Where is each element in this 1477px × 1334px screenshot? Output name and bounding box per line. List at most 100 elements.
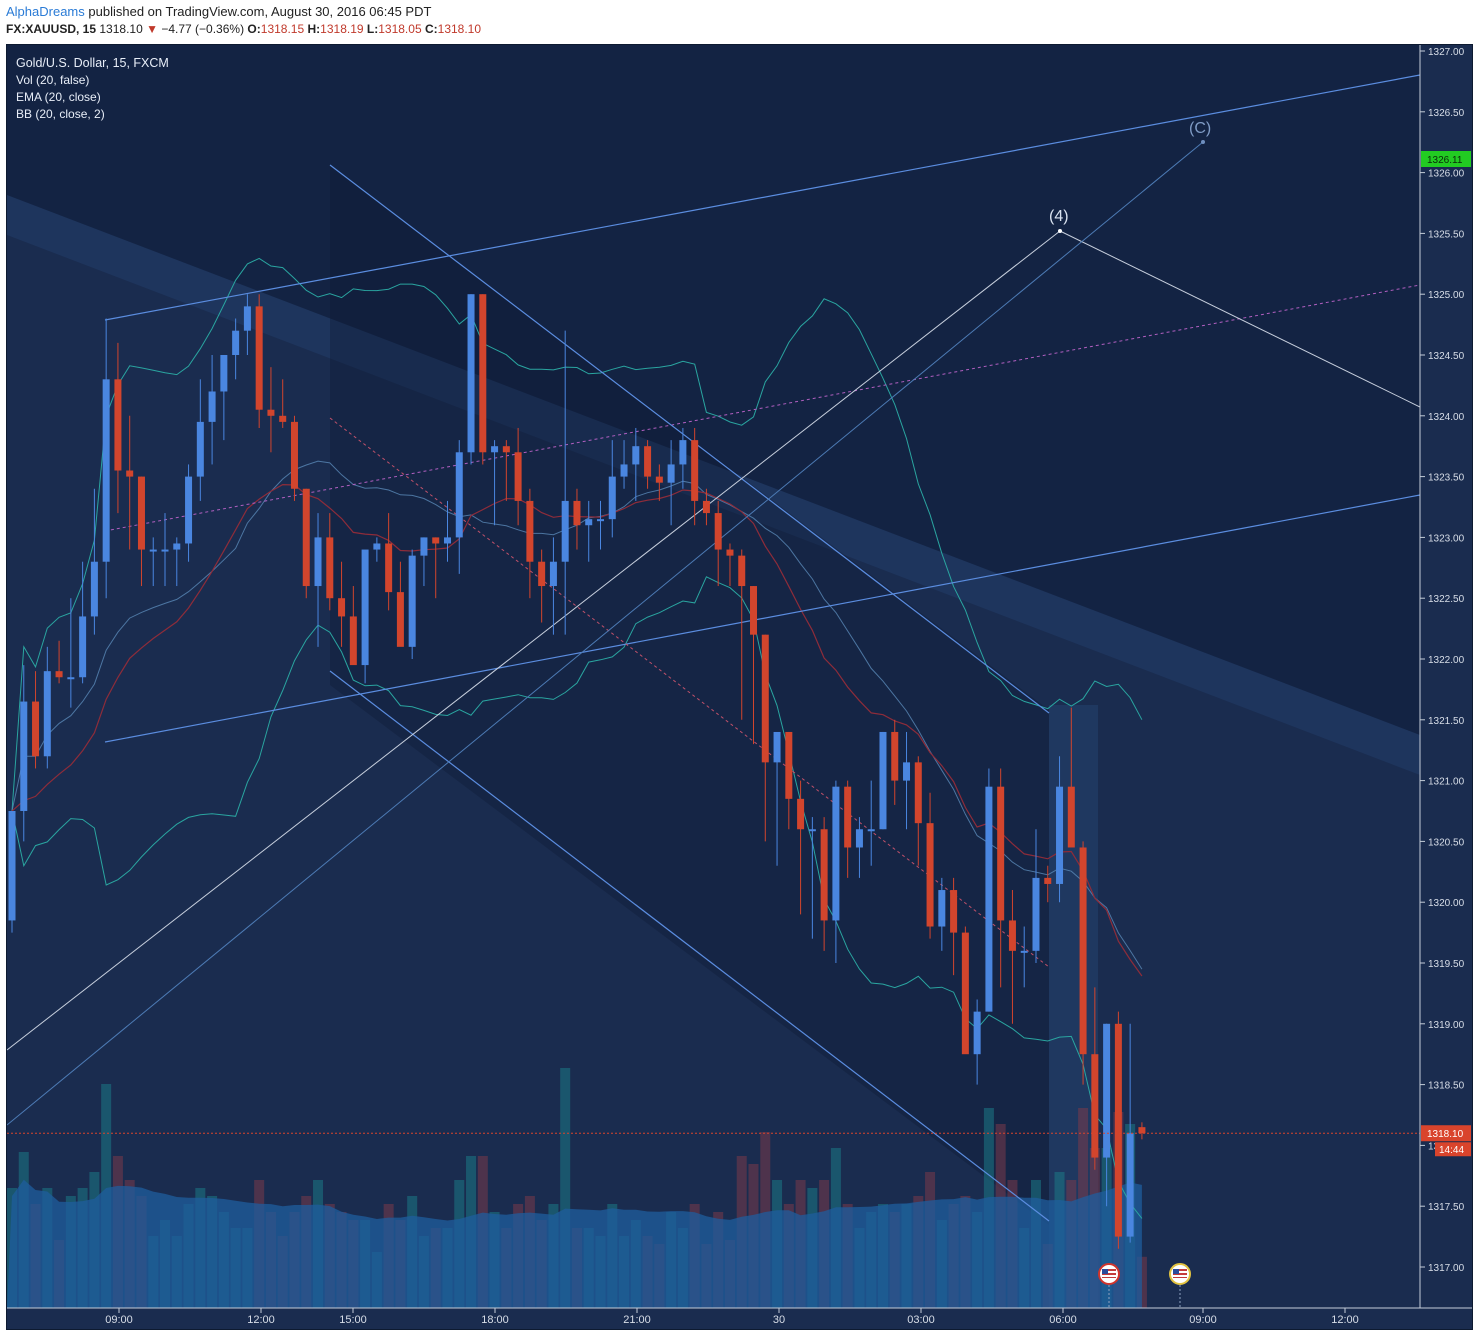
candle [114, 342, 122, 514]
economic-event-marker-2[interactable] [1169, 1263, 1191, 1308]
price-tick-label: 1321.50 [1428, 716, 1465, 727]
candle [102, 318, 110, 599]
wave-4-label: (4) [1049, 208, 1069, 225]
price-tick-label: 1318.50 [1428, 1081, 1465, 1092]
candle [55, 640, 63, 684]
target-price-label: 1326.11 [1421, 151, 1471, 167]
price-tick-label: 1325.00 [1428, 290, 1465, 301]
time-tick-label: 18:00 [481, 1314, 509, 1326]
price-tick-label: 1326.50 [1428, 108, 1465, 119]
indicator-legend: Gold/U.S. Dollar, 15, FXCM Vol (20, fals… [16, 55, 169, 123]
price-tick-label: 1324.50 [1428, 351, 1465, 362]
candle [32, 671, 40, 769]
chart-canvas[interactable]: (4) (C) 1327.001326.501326.001325.501325… [7, 45, 1472, 1329]
low-label: L: [366, 22, 379, 36]
price-tick-label: 1326.00 [1428, 169, 1465, 180]
candle [1079, 841, 1087, 1085]
chart-header: AlphaDreams published on TradingView.com… [0, 0, 1477, 44]
low-value: 1318.05 [378, 22, 422, 36]
author-link[interactable]: AlphaDreams [6, 4, 85, 19]
candle [232, 318, 240, 380]
volume-ma-area [7, 1179, 1142, 1308]
wave-4-point[interactable] [1058, 229, 1062, 233]
price-tick-label: 1320.00 [1428, 898, 1465, 909]
candle [1114, 1011, 1122, 1249]
candle [361, 549, 369, 684]
high-label: H: [307, 22, 321, 36]
candle [267, 367, 275, 453]
time-tick-label: 12:00 [247, 1314, 275, 1326]
price-tick-label: 1317.00 [1428, 1263, 1465, 1274]
time-tick-label: 12:00 [1331, 1314, 1359, 1326]
candle [279, 379, 287, 428]
close-label: C: [424, 22, 438, 36]
candle [20, 665, 28, 842]
wave-c-point[interactable] [1201, 140, 1205, 144]
publish-line: AlphaDreams published on TradingView.com… [6, 4, 431, 19]
candle [290, 415, 298, 501]
candle [208, 355, 216, 465]
time-tick-label: 15:00 [339, 1314, 367, 1326]
candle [137, 476, 145, 587]
legend-bollinger[interactable]: BB (20, close, 2) [16, 106, 169, 123]
price-tick-label: 1323.00 [1428, 533, 1465, 544]
last-price-text: 1318.10 [1427, 1129, 1464, 1140]
time-tick-label: 06:00 [1049, 1314, 1077, 1326]
quote-line: FX:XAUUSD, 15 1318.10 ▼ −4.77 (−0.36%) O… [6, 22, 481, 36]
candle [408, 549, 416, 659]
legend-title: Gold/U.S. Dollar, 15, FXCM [16, 56, 169, 70]
time-tick-label: 03:00 [907, 1314, 935, 1326]
legend-ema[interactable]: EMA (20, close) [16, 89, 169, 106]
legend-volume[interactable]: Vol (20, false) [16, 72, 169, 89]
close-value: 1318.10 [437, 22, 482, 36]
price-change: −4.77 (−0.36%) [161, 22, 245, 36]
price-tick-label: 1320.50 [1428, 837, 1465, 848]
last-price: 1318.10 [99, 22, 143, 36]
price-tick-label: 1325.50 [1428, 229, 1465, 240]
price-axis[interactable]: 1327.00 1326.50 1326.00 1325.50 1325.00 1324.… [1420, 47, 1465, 1274]
chart-area[interactable]: (4) (C) 1327.00 1326.50 1326.00 1325.50 … [6, 44, 1473, 1330]
candle [961, 926, 969, 1055]
target-price-text: 1326.11 [1427, 155, 1463, 166]
open-value: 1318.15 [260, 22, 305, 36]
candle [196, 379, 204, 501]
candle [79, 561, 87, 684]
candle [220, 355, 228, 441]
price-tick-label: 1323.50 [1428, 473, 1465, 484]
candle [1138, 1122, 1146, 1140]
candle [149, 537, 157, 587]
price-tick-label: 1317.50 [1428, 1202, 1465, 1213]
price-tick-label: 1321.00 [1428, 777, 1465, 788]
price-tick-label: 1322.50 [1428, 594, 1465, 605]
price-tick-label: 1327.00 [1428, 47, 1465, 58]
countdown-text: 14:44 [1439, 1145, 1464, 1156]
candle [161, 513, 169, 587]
down-arrow-icon: ▼ [146, 22, 158, 36]
time-tick-label: 30 [773, 1314, 785, 1326]
publish-info: published on TradingView.com, August 30,… [88, 4, 432, 19]
candle [255, 294, 263, 428]
candle [126, 415, 134, 550]
time-tick-label: 09:00 [1189, 1314, 1217, 1326]
price-tick-label: 1322.00 [1428, 655, 1465, 666]
high-value: 1318.19 [320, 22, 364, 36]
candle [8, 811, 16, 933]
time-axis[interactable]: 09:00 12:00 15:00 18:00 21:00 30 03:00 06:00 09:… [105, 1308, 1359, 1326]
price-tick-label: 1319.00 [1428, 1020, 1465, 1031]
candle [985, 768, 993, 1012]
candle [467, 294, 475, 465]
candle [67, 598, 75, 708]
candle [302, 488, 310, 599]
wave-c-label: (C) [1189, 120, 1211, 137]
candle [185, 464, 193, 562]
time-tick-label: 21:00 [623, 1314, 651, 1326]
symbol-label: FX:XAUUSD, 15 [6, 22, 97, 36]
price-tick-label: 1319.50 [1428, 959, 1465, 970]
candle [173, 537, 181, 587]
candle [479, 294, 487, 465]
open-label: O: [247, 22, 261, 36]
candle [43, 646, 51, 769]
candle [879, 731, 887, 830]
time-tick-label: 09:00 [105, 1314, 133, 1326]
price-tick-label: 1324.00 [1428, 412, 1465, 423]
